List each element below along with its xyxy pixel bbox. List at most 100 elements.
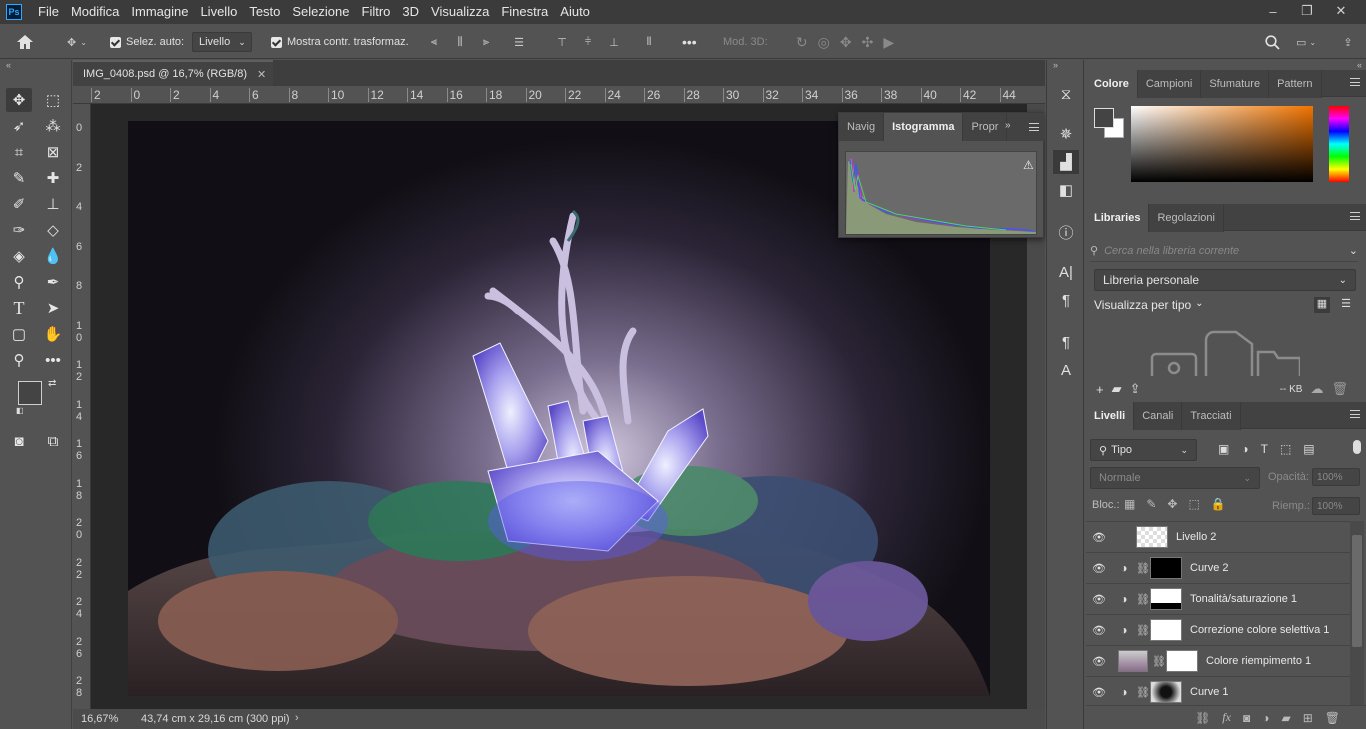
lock-transparent-icon[interactable]: ▦ bbox=[1124, 497, 1135, 511]
tab-pattern[interactable]: Pattern bbox=[1269, 70, 1322, 98]
screen-mode-icon[interactable]: ⧉ bbox=[40, 429, 66, 453]
tab-histogram[interactable]: Istogramma bbox=[884, 113, 964, 141]
align-right-icon[interactable]: ⫸ bbox=[478, 25, 494, 59]
menu-3d[interactable]: 3D bbox=[396, 0, 425, 24]
edit-toolbar-icon[interactable]: ••• bbox=[40, 348, 66, 372]
crop-tool-icon[interactable]: ⌗ bbox=[6, 140, 32, 164]
distribute-icon[interactable]: ☰ bbox=[510, 25, 528, 59]
hue-slider[interactable] bbox=[1329, 106, 1349, 182]
clone-stamp-tool-icon[interactable]: ⊥ bbox=[40, 192, 66, 216]
new-layer-icon[interactable]: ⊞ bbox=[1303, 711, 1313, 725]
layer-row[interactable]: 👁 ◑ ⛓ Curve 1 bbox=[1086, 677, 1350, 705]
adjustments-panel-icon[interactable]: ✵ bbox=[1053, 122, 1079, 146]
zoom-tool-icon[interactable]: ⚲ bbox=[6, 348, 32, 372]
folder-icon[interactable]: ▰ bbox=[1112, 381, 1122, 397]
tab-libraries[interactable]: Libraries bbox=[1086, 204, 1150, 232]
visibility-eye-icon[interactable]: 👁 bbox=[1086, 624, 1112, 637]
info-panel-icon[interactable]: ⓘ bbox=[1053, 220, 1079, 244]
align-center-icon[interactable]: ⫼ bbox=[452, 25, 468, 59]
share-icon[interactable]: ⇪ bbox=[1338, 25, 1358, 59]
list-view-icon[interactable]: ☰ bbox=[1338, 297, 1354, 313]
tab-campioni[interactable]: Campioni bbox=[1138, 70, 1202, 98]
type-tool-icon[interactable]: T bbox=[6, 296, 32, 320]
upload-icon[interactable]: ⇪ bbox=[1130, 381, 1141, 397]
visibility-eye-icon[interactable]: 👁 bbox=[1086, 655, 1112, 668]
tab-livelli[interactable]: Livelli bbox=[1086, 402, 1135, 430]
blur-tool-icon[interactable]: 💧 bbox=[40, 244, 66, 268]
visibility-eye-icon[interactable]: 👁 bbox=[1086, 531, 1112, 544]
layer-row[interactable]: 👁 ⛓ Colore riempimento 1 bbox=[1086, 646, 1350, 677]
lock-pixels-icon[interactable]: ✎ bbox=[1146, 497, 1156, 511]
move-tool-icon[interactable]: ✥ bbox=[6, 88, 32, 112]
character-panel-icon[interactable]: A| bbox=[1053, 260, 1079, 284]
fill-input[interactable]: 100% bbox=[1312, 497, 1360, 515]
close-button[interactable]: ✕ bbox=[1324, 0, 1358, 22]
align-middle-icon[interactable]: ⫩ bbox=[580, 25, 596, 59]
layers-scrollbar[interactable] bbox=[1350, 521, 1364, 705]
pan-3d-icon[interactable]: ✥ bbox=[840, 34, 852, 51]
lasso-tool-icon[interactable]: ➶ bbox=[6, 114, 32, 138]
brush-tool-icon[interactable]: ✐ bbox=[6, 192, 32, 216]
align-top-icon[interactable]: ⊤ bbox=[554, 25, 570, 59]
layer-row[interactable]: 👁 ◑ ⛓ Curve 2 bbox=[1086, 553, 1350, 584]
default-colors-icon[interactable]: ◧ bbox=[16, 406, 24, 415]
roll-3d-icon[interactable]: ◎ bbox=[818, 34, 830, 51]
visibility-eye-icon[interactable]: 👁 bbox=[1086, 593, 1112, 606]
tab-regolazioni[interactable]: Regolazioni bbox=[1149, 204, 1224, 232]
menu-immagine[interactable]: Immagine bbox=[125, 0, 194, 24]
menu-selezione[interactable]: Selezione bbox=[286, 0, 355, 24]
layer-comps-icon[interactable]: ◧ bbox=[1053, 178, 1079, 202]
tab-tracciati[interactable]: Tracciati bbox=[1182, 402, 1241, 430]
swap-colors-icon[interactable]: ⇄ bbox=[48, 378, 56, 389]
paragraph-panel-icon[interactable]: ¶ bbox=[1053, 288, 1079, 312]
opacity-input[interactable]: 100% bbox=[1312, 468, 1360, 486]
delete-layer-icon[interactable]: 🗑 bbox=[1325, 711, 1340, 725]
collapse-toolbar-icon[interactable]: « bbox=[6, 60, 11, 70]
library-search-input[interactable]: Cerca nella libreria corrente bbox=[1104, 245, 1239, 257]
layer-row[interactable]: 👁 ◑ ⛓ Tonalità/saturazione 1 bbox=[1086, 584, 1350, 615]
magic-wand-tool-icon[interactable]: ⁂ bbox=[40, 114, 66, 138]
library-select[interactable]: Libreria personale ⌄ bbox=[1094, 269, 1356, 291]
tab-colore[interactable]: Colore bbox=[1086, 70, 1138, 98]
search-icon[interactable] bbox=[1262, 25, 1282, 59]
home-icon[interactable] bbox=[16, 25, 40, 59]
path-selection-tool-icon[interactable]: ➤ bbox=[40, 296, 66, 320]
zoom-level[interactable]: 16,67% bbox=[81, 713, 118, 725]
add-icon[interactable]: + bbox=[1096, 382, 1104, 397]
frame-tool-icon[interactable]: ⊠ bbox=[40, 140, 66, 164]
auto-select-checkbox[interactable] bbox=[110, 36, 121, 48]
tab-navigator[interactable]: Navig bbox=[839, 113, 885, 141]
lock-artboard-icon[interactable]: ⬚ bbox=[1188, 497, 1199, 511]
tab-properties[interactable]: Propr bbox=[963, 113, 1008, 141]
warning-icon[interactable]: ⚠ bbox=[1023, 158, 1034, 172]
view-by-type[interactable]: Visualizza per tipo ⌄ bbox=[1094, 298, 1204, 312]
new-adjustment-icon[interactable]: ◑ bbox=[1262, 711, 1269, 725]
link-layers-icon[interactable]: ⛓ bbox=[1195, 711, 1210, 725]
libraries-menu-icon[interactable] bbox=[1350, 212, 1360, 220]
layers-menu-icon[interactable] bbox=[1350, 410, 1360, 418]
visibility-eye-icon[interactable]: 👁 bbox=[1086, 686, 1112, 699]
workspace-icon[interactable]: ▭ ⌄ bbox=[1292, 25, 1320, 59]
filter-pixel-icon[interactable]: ▣ bbox=[1218, 442, 1229, 456]
shape-tool-icon[interactable]: ▢ bbox=[6, 322, 32, 346]
menu-testo[interactable]: Testo bbox=[243, 0, 286, 24]
color-field[interactable] bbox=[1131, 106, 1313, 182]
hand-tool-icon[interactable]: ✋ bbox=[40, 322, 66, 346]
scale-3d-icon[interactable]: ▶ bbox=[883, 34, 894, 51]
grid-view-icon[interactable]: ▦ bbox=[1314, 297, 1330, 313]
character-styles-icon[interactable]: A bbox=[1053, 358, 1079, 382]
expand-panels-icon[interactable]: » bbox=[1053, 60, 1058, 70]
eraser-tool-icon[interactable]: ◇ bbox=[40, 218, 66, 242]
layer-filter-select[interactable]: ⚲ Tipo ⌄ bbox=[1090, 439, 1197, 461]
chevron-down-icon[interactable]: ⌄ bbox=[1349, 244, 1358, 257]
paragraph-styles-icon[interactable]: ¶ bbox=[1053, 330, 1079, 354]
panel-expand-icon[interactable]: » bbox=[1005, 120, 1011, 131]
show-transform-checkbox[interactable] bbox=[271, 36, 282, 48]
paint-bucket-tool-icon[interactable]: ◈ bbox=[6, 244, 32, 268]
menu-finestra[interactable]: Finestra bbox=[495, 0, 554, 24]
tab-sfumature[interactable]: Sfumature bbox=[1201, 70, 1270, 98]
menu-filtro[interactable]: Filtro bbox=[356, 0, 397, 24]
filter-type-icon[interactable]: T bbox=[1261, 442, 1268, 456]
menu-file[interactable]: File bbox=[32, 0, 65, 24]
menu-livello[interactable]: Livello bbox=[194, 0, 243, 24]
